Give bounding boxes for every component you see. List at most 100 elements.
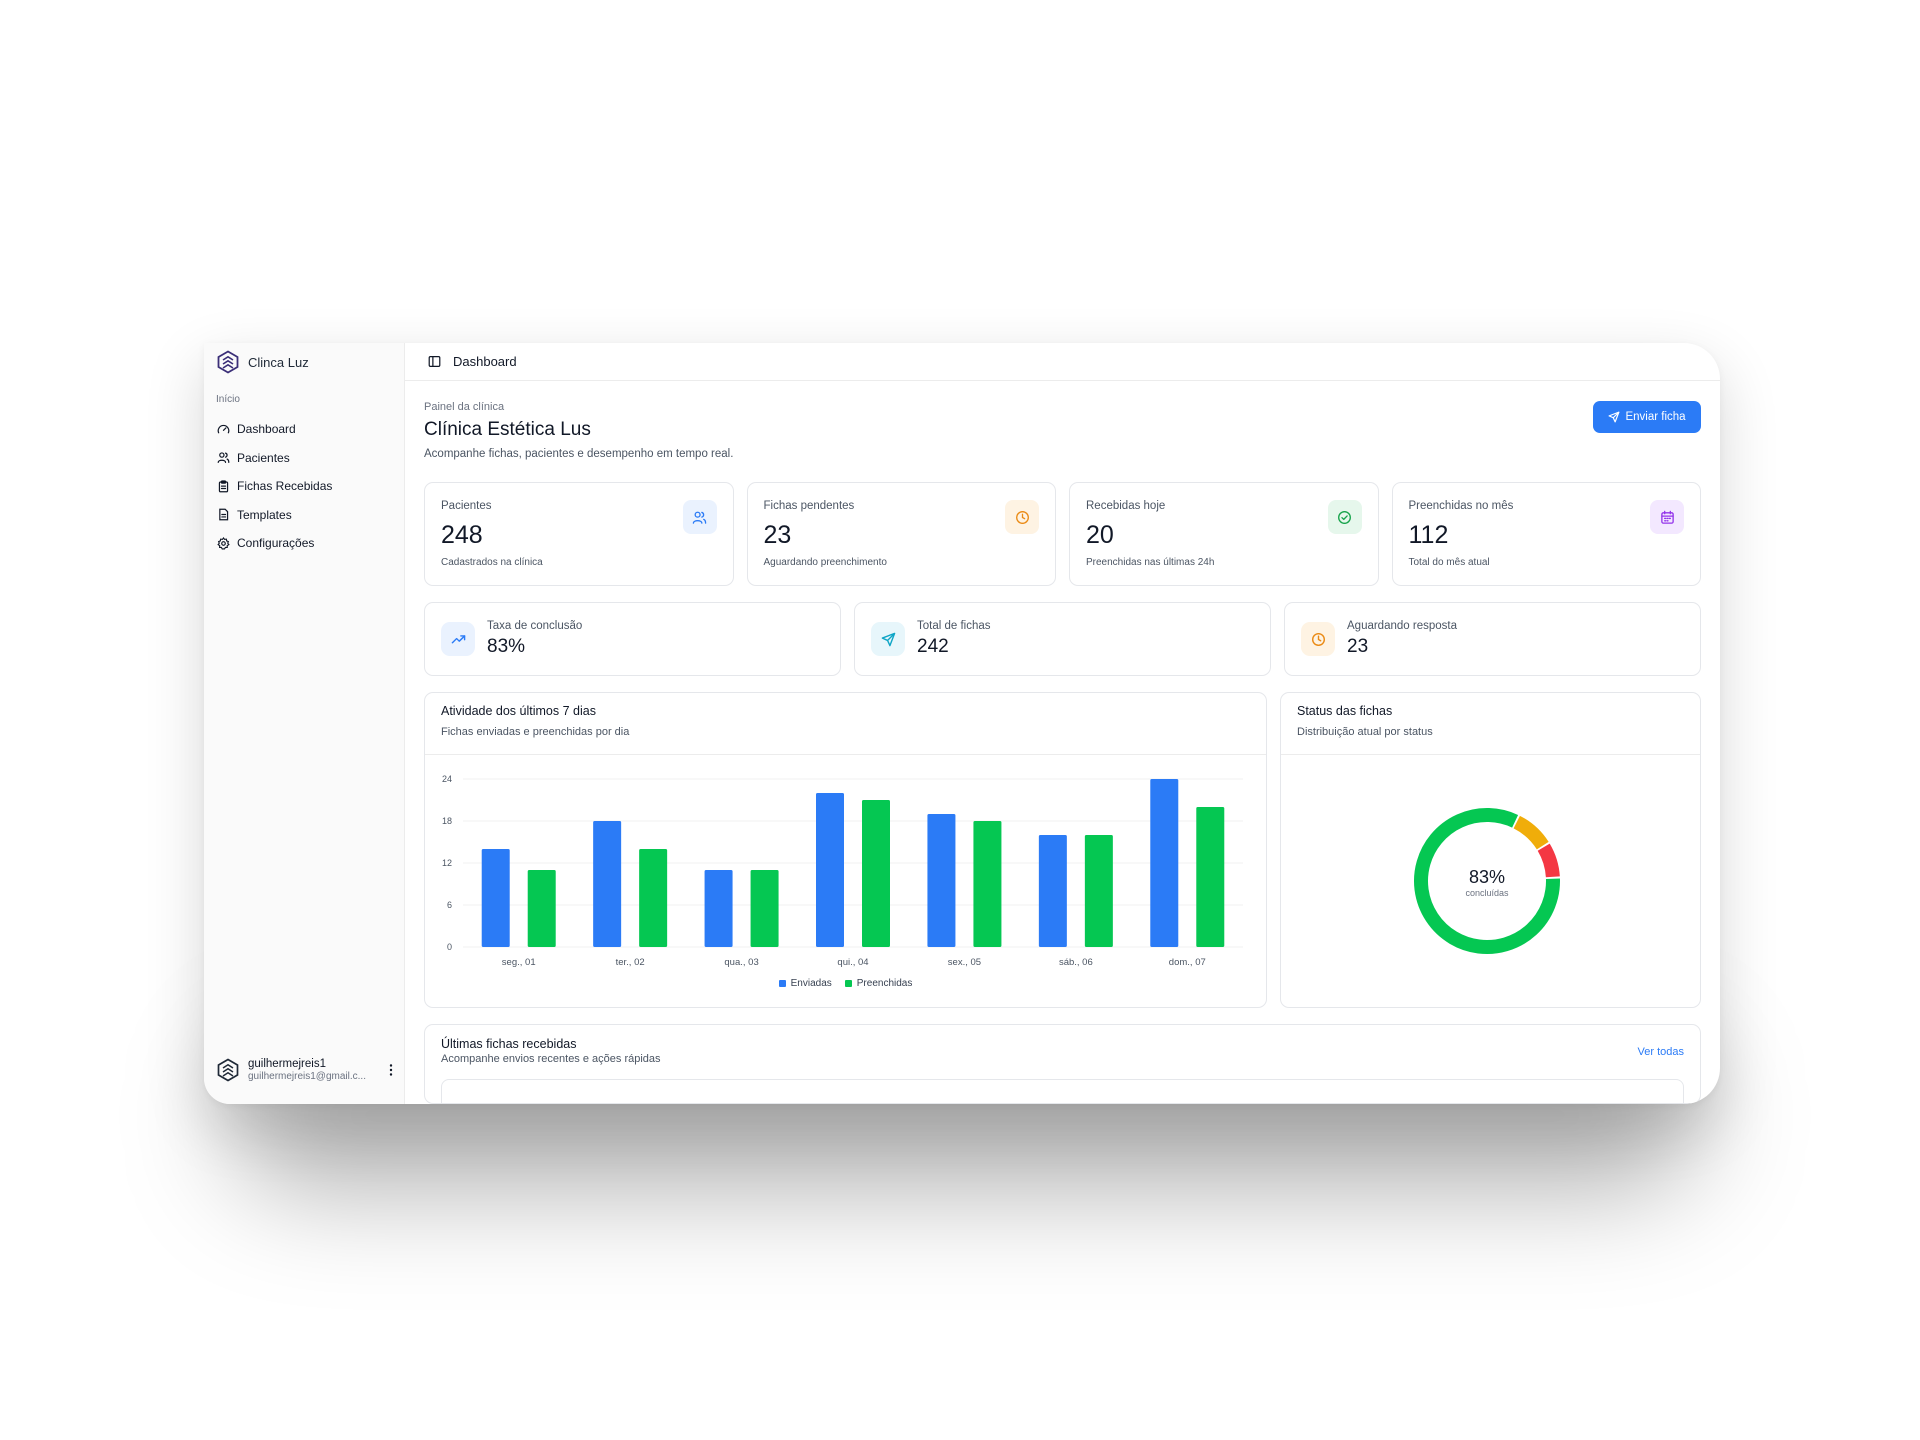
card-subtitle: Acompanhe envios recentes e ações rápida…	[441, 1053, 661, 1065]
bar-enviadas[interactable]	[816, 793, 844, 947]
donut-center-value: 83%	[1469, 867, 1505, 887]
user-email: guilhermejreis1@gmail.c...	[248, 1071, 366, 1083]
chart-row: Atividade dos últimos 7 dias Fichas envi…	[424, 692, 1701, 1008]
page-header: Painel da clínica Clínica Estética Lus A…	[424, 381, 1701, 465]
sidebar-nav: Dashboard Pacientes Fichas Recebidas Tem…	[212, 415, 397, 558]
sidebar-item-label: Dashboard	[237, 422, 296, 437]
bar-enviadas[interactable]	[1150, 779, 1179, 947]
sidebar-item-label: Configurações	[237, 536, 315, 551]
legend-label: Preenchidas	[856, 978, 913, 989]
legend-item-enviadas[interactable]: Enviadas	[778, 978, 832, 989]
clock-icon	[1005, 500, 1039, 534]
kpi-value: 20	[1086, 521, 1114, 549]
page-title: Clínica Estética Lus	[424, 419, 591, 440]
x-tick-label: sex., 05	[948, 957, 981, 968]
sidebar-item-dashboard[interactable]: Dashboard	[212, 415, 397, 444]
stat-card-total-fichas[interactable]: Total de fichas 242	[854, 602, 1271, 676]
send-icon	[871, 622, 905, 656]
bar-enviadas[interactable]	[927, 814, 956, 947]
recent-forms-table	[441, 1079, 1684, 1104]
kpi-card-fichas-pendentes[interactable]: Fichas pendentes 23 Aguardando preenchim…	[746, 482, 1056, 586]
stat-label: Aguardando resposta	[1347, 620, 1457, 632]
clock-icon	[1301, 622, 1335, 656]
user-name: guilhermejreis1	[248, 1058, 326, 1070]
chart-legend: Enviadas Preenchidas	[425, 978, 1266, 989]
kpi-card-preenchidas-mes[interactable]: Preenchidas no mês 112 Total do mês atua…	[1391, 482, 1701, 586]
bar-enviadas[interactable]	[481, 849, 510, 947]
stat-value: 83%	[487, 636, 526, 657]
kpi-card-pacientes[interactable]: Pacientes 248 Cadastrados na clínica	[424, 482, 734, 586]
clinic-name: Clinca Luz	[248, 354, 309, 370]
send-form-button[interactable]: Enviar ficha	[1593, 401, 1701, 433]
donut-slice[interactable]	[1513, 815, 1549, 850]
activity-bar-chart: 0 6 12 18 24 seg., 01 ter., 02 qua., 03 qui., 04…	[442, 774, 1243, 968]
sidebar-item-label: Pacientes	[237, 450, 290, 465]
more-vertical-icon[interactable]	[386, 1064, 396, 1077]
kpi-value: 23	[763, 521, 792, 549]
bar-enviadas[interactable]	[1038, 835, 1067, 947]
stat-label: Total de fichas	[917, 620, 991, 632]
x-tick-label: ter., 02	[616, 957, 645, 968]
dashboard-content: Painel da clínica Clínica Estética Lus A…	[424, 381, 1701, 1104]
x-tick-label: qua., 03	[724, 957, 758, 968]
card-subtitle: Fichas enviadas e preenchidas por dia	[441, 726, 630, 738]
kpi-card-recebidas-hoje[interactable]: Recebidas hoje 20 Preenchidas nas última…	[1069, 482, 1379, 586]
stat-card-taxa-conclusao[interactable]: Taxa de conclusão 83%	[424, 602, 841, 676]
x-tick-label: qui., 04	[837, 957, 868, 968]
sidebar-item-pacientes[interactable]: Pacientes	[212, 444, 397, 473]
sidebar-item-label: Fichas Recebidas	[237, 479, 333, 494]
bar-preenchidas[interactable]	[750, 870, 779, 947]
calendar-icon	[1650, 500, 1684, 534]
card-title: Status das fichas	[1297, 704, 1393, 718]
sidebar-item-fichas-recebidas[interactable]: Fichas Recebidas	[212, 472, 397, 501]
send-icon	[1608, 411, 1620, 423]
x-tick-label: seg., 01	[502, 957, 536, 968]
card-title: Atividade dos últimos 7 dias	[441, 704, 596, 718]
sidebar-toggle-icon[interactable]	[428, 355, 441, 368]
y-tick-label: 24	[442, 774, 452, 784]
stat-value: 242	[917, 636, 949, 657]
sidebar-item-configuracoes[interactable]: Configurações	[212, 529, 397, 558]
x-tick-label: dom., 07	[1169, 957, 1206, 968]
recent-forms-card: Últimas fichas recebidas Acompanhe envio…	[424, 1024, 1701, 1104]
users-icon	[682, 500, 717, 534]
stat-card-aguardando-resposta[interactable]: Aguardando resposta 23	[1284, 602, 1701, 676]
bar-preenchidas[interactable]	[1084, 835, 1113, 947]
y-tick-label: 6	[447, 900, 452, 910]
kpi-row: Pacientes 248 Cadastrados na clínica Fic…	[424, 482, 1701, 586]
y-tick-label: 18	[442, 816, 452, 826]
donut-slice[interactable]	[1537, 843, 1560, 878]
kpi-value: 248	[441, 521, 483, 549]
y-tick-label: 12	[442, 858, 452, 868]
avatar	[216, 1058, 240, 1082]
gauge-icon	[217, 423, 230, 436]
brand[interactable]: Clinca Luz	[216, 350, 309, 374]
bar-preenchidas[interactable]	[973, 821, 1002, 947]
bar-enviadas[interactable]	[704, 870, 733, 947]
legend-item-preenchidas[interactable]: Preenchidas	[844, 978, 913, 989]
kpi-hint: Total do mês atual	[1408, 557, 1490, 568]
app-window: Clinca Luz Início Dashboard Pacientes Fi	[204, 343, 1720, 1104]
user-account[interactable]: guilhermejreis1 guilhermejreis1@gmail.c.…	[216, 1058, 396, 1083]
bar-preenchidas[interactable]	[862, 800, 890, 947]
bar-preenchidas[interactable]	[527, 870, 556, 947]
x-tick-label: sáb., 06	[1059, 957, 1093, 968]
legend-swatch	[778, 980, 786, 987]
clinic-logo-icon	[216, 350, 240, 374]
bar-enviadas[interactable]	[593, 821, 622, 947]
main-area: Dashboard Painel da clínica Clínica Esté…	[405, 343, 1720, 1104]
file-text-icon	[217, 508, 230, 521]
bar-preenchidas[interactable]	[1196, 807, 1225, 947]
sidebar-item-templates[interactable]: Templates	[212, 501, 397, 530]
users-icon	[217, 451, 230, 464]
check-circle-icon	[1327, 500, 1362, 534]
stat-label: Taxa de conclusão	[487, 620, 583, 632]
topbar: Dashboard	[405, 343, 1720, 381]
bar-preenchidas[interactable]	[639, 849, 668, 947]
kpi-value: 112	[1408, 521, 1449, 549]
nav-section-label: Início	[216, 394, 240, 405]
status-donut-chart: 83%concluídas	[1414, 808, 1560, 954]
view-all-link[interactable]: Ver todas	[1638, 1046, 1684, 1058]
kpi-label: Preenchidas no mês	[1408, 500, 1514, 512]
donut-center-label: concluídas	[1465, 888, 1509, 898]
